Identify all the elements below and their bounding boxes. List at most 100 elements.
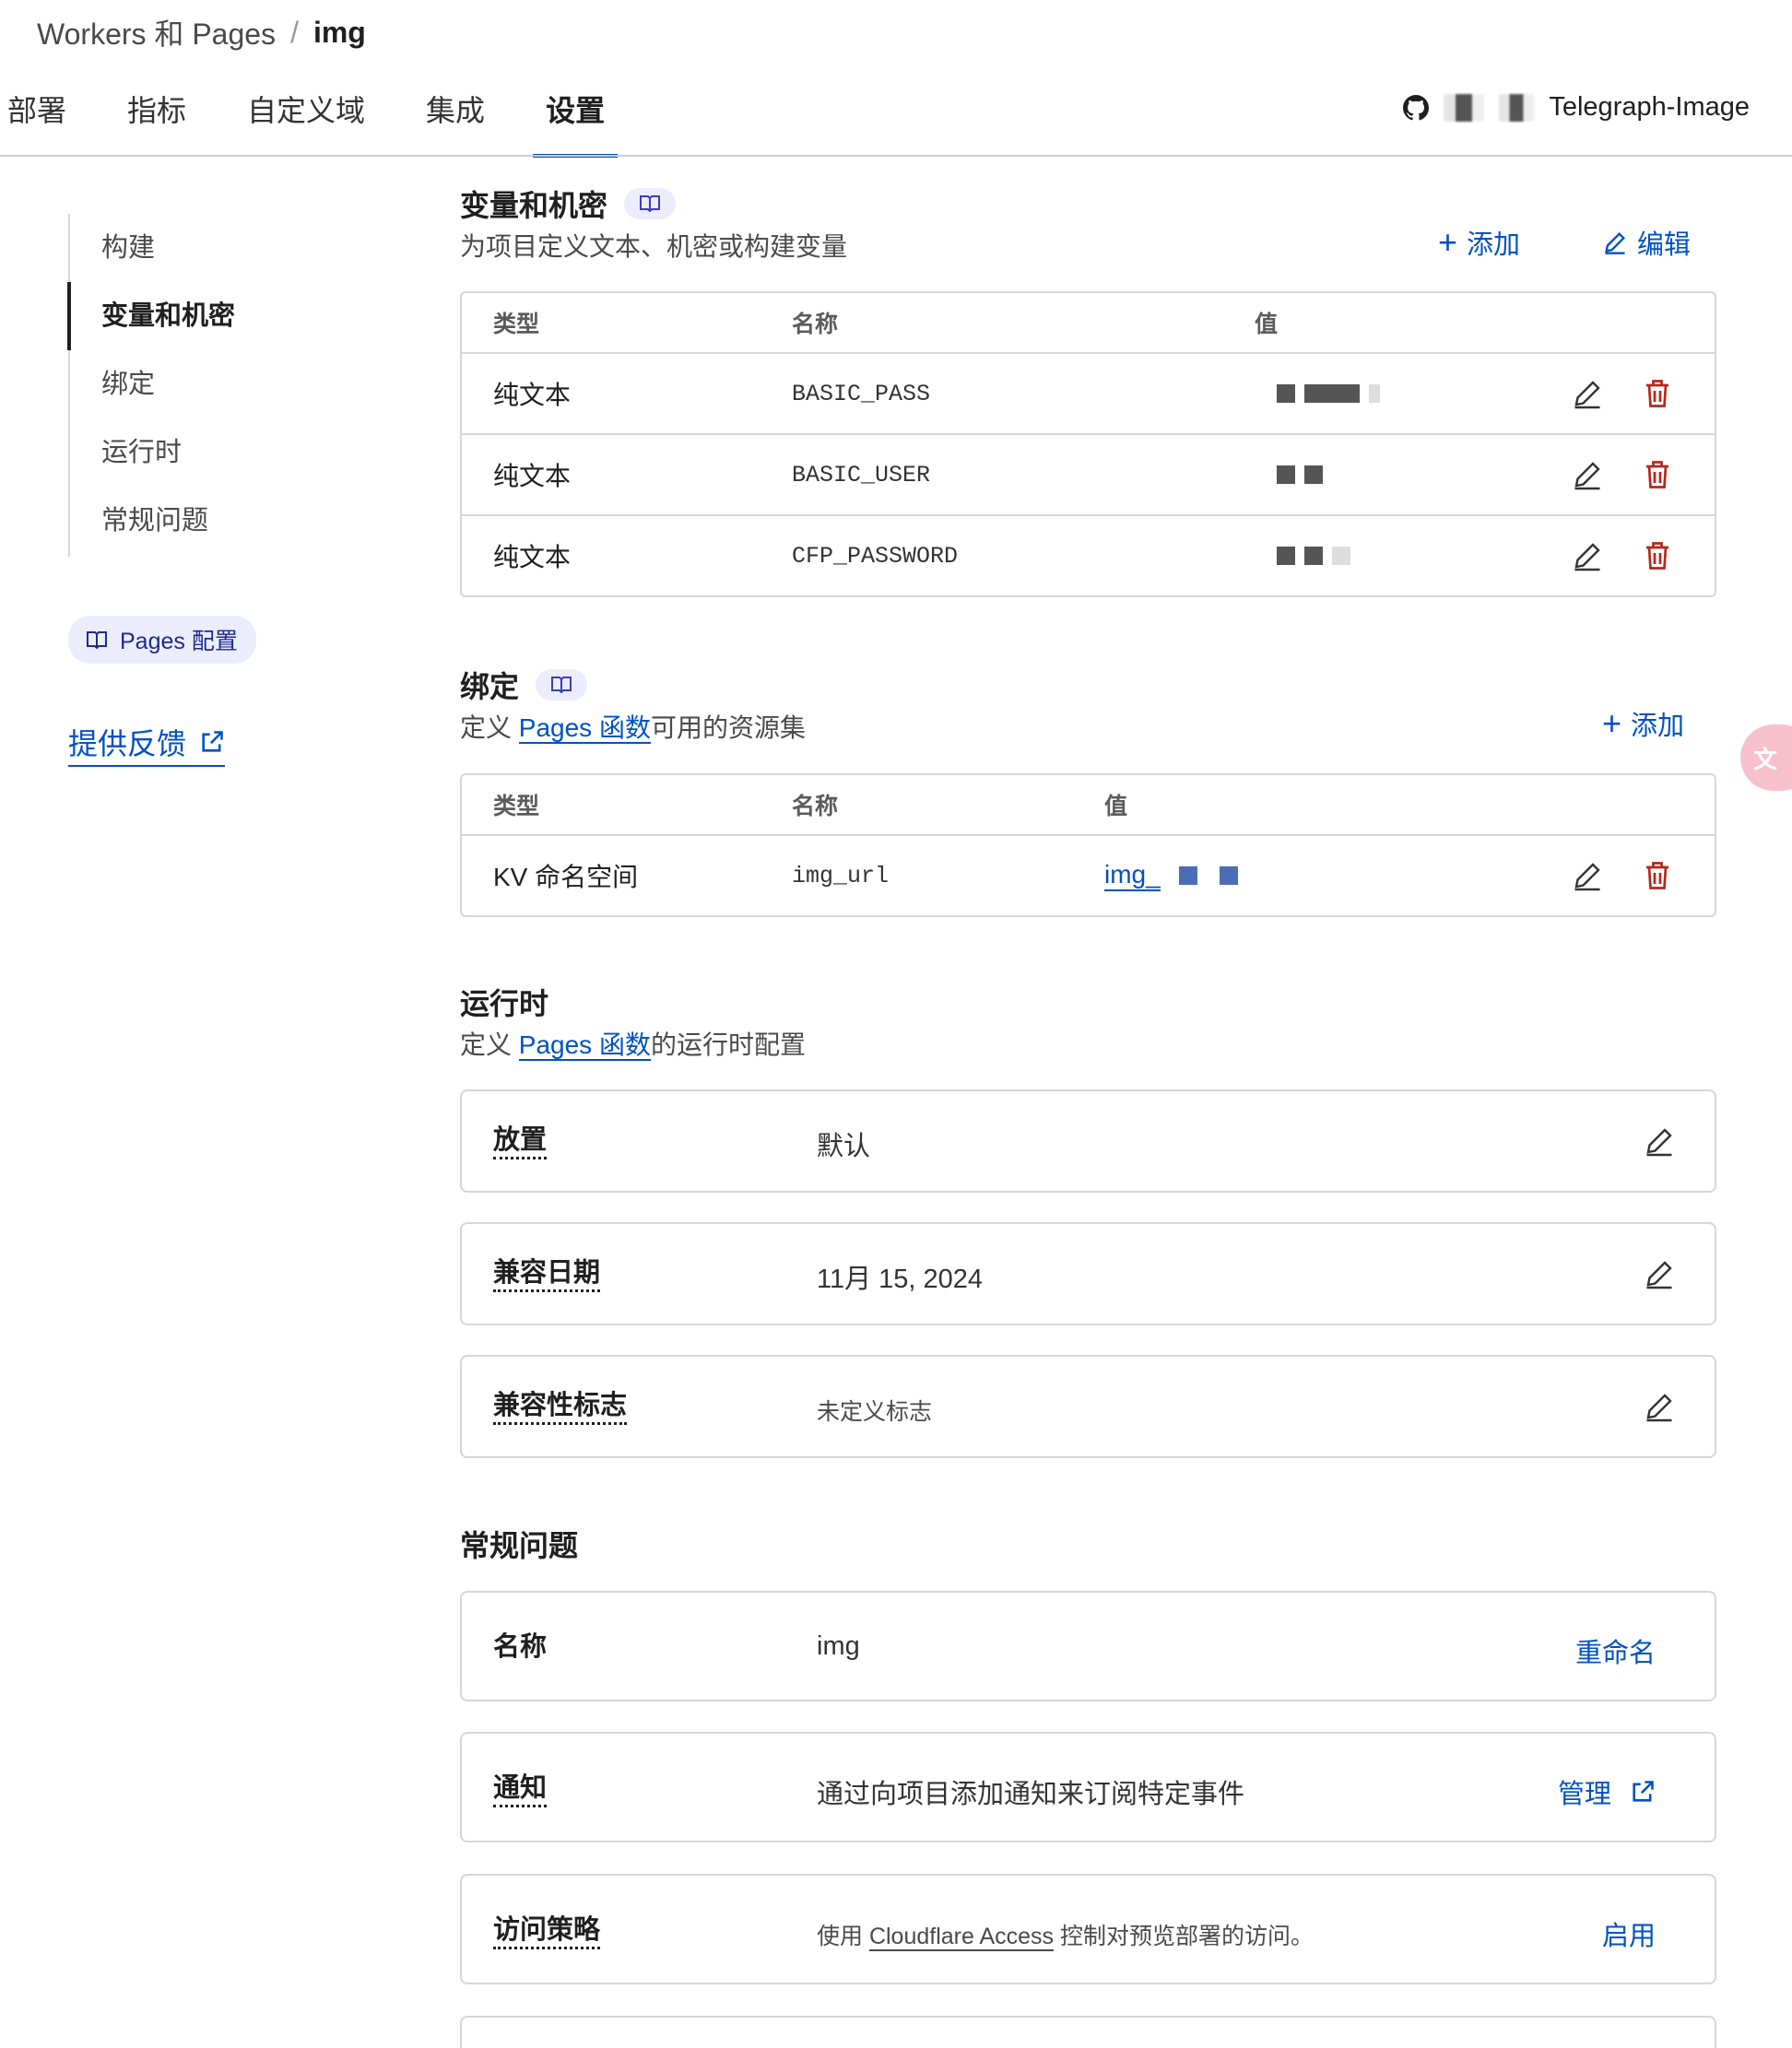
table-row: 纯文本 BASIC_PASS (462, 352, 1715, 433)
translate-floating-button[interactable]: 文 (1740, 724, 1792, 791)
pages-config-pill[interactable]: Pages 配置 (68, 616, 256, 664)
access-policy-value: 使用 Cloudflare Access 控制对预览部署的访问。 (817, 1918, 1314, 1951)
compat-flags-label: 兼容性标志 (493, 1390, 628, 1425)
trash-icon[interactable] (1641, 539, 1674, 572)
pencil-icon (1605, 232, 1625, 254)
sidebar-item-runtime[interactable]: 运行时 (70, 418, 345, 487)
next-card-partial (460, 2016, 1716, 2048)
runtime-title: 运行时 (460, 987, 549, 1020)
notifications-card: 通知 通过向项目添加通知来订阅特定事件 管理 (460, 1732, 1716, 1842)
edit-label: 编辑 (1637, 230, 1692, 260)
variables-title: 变量和机密 (460, 189, 608, 222)
translate-icon: 文 (1753, 745, 1778, 773)
access-policy-card: 访问策略 使用 Cloudflare Access 控制对预览部署的访问。 启用 (460, 1874, 1716, 1984)
book-icon (87, 631, 107, 649)
placement-card: 放置 默认 (460, 1089, 1716, 1193)
bindings-title-row: 绑定 (460, 664, 588, 706)
row-name: CFP_PASSWORD (792, 542, 959, 570)
edit-icon[interactable] (1571, 539, 1604, 572)
pages-functions-link[interactable]: Pages 函数 (518, 1030, 651, 1061)
rename-button[interactable]: 重命名 (1575, 1631, 1656, 1670)
feedback-link[interactable]: 提供反馈 (68, 721, 226, 767)
edit-icon[interactable] (1643, 1390, 1676, 1423)
manage-label: 管理 (1557, 1780, 1611, 1809)
bindings-table: 类型 名称 值 KV 命名空间 img_url img_ (460, 773, 1716, 917)
variables-table: 类型 名称 值 纯文本 BASIC_PASS 纯文本 BASIC_USER 纯文… (460, 291, 1716, 597)
variables-title-row: 变量和机密 (460, 182, 677, 225)
notifications-value: 通过向项目添加通知来订阅特定事件 (817, 1780, 1245, 1809)
table-header: 类型 名称 值 (462, 775, 1715, 834)
access-post: 控制对预览部署的访问。 (1054, 1924, 1315, 1949)
variables-add-button[interactable]: + 添加 (1438, 223, 1520, 262)
col-value: 值 (1255, 312, 1279, 337)
tab-deployments[interactable]: 部署 (7, 88, 66, 154)
sidebar-item-general[interactable]: 常规问题 (70, 487, 345, 555)
pages-functions-link[interactable]: Pages 函数 (518, 713, 651, 744)
tab-integrations[interactable]: 集成 (426, 88, 485, 154)
breadcrumb-parent[interactable]: Workers 和 Pages (37, 11, 276, 53)
col-name: 名称 (792, 312, 839, 337)
row-type: KV 命名空间 (493, 863, 639, 891)
settings-sidebar: 构建 变量和机密 绑定 运行时 常规问题 (67, 214, 345, 557)
col-type: 类型 (493, 794, 540, 819)
edit-icon[interactable] (1571, 859, 1604, 892)
tab-divider (0, 155, 1792, 157)
col-type: 类型 (493, 312, 540, 337)
notifications-label: 通知 (493, 1772, 548, 1807)
bindings-add-button[interactable]: + 添加 (1602, 704, 1684, 743)
compat-date-label: 兼容日期 (493, 1257, 601, 1292)
trash-icon[interactable] (1641, 377, 1674, 410)
docs-icon[interactable] (624, 188, 677, 219)
placement-label: 放置 (493, 1124, 548, 1159)
cloudflare-access-link[interactable]: Cloudflare Access (868, 1924, 1055, 1951)
edit-icon[interactable] (1571, 458, 1604, 491)
compat-date-value: 11月 15, 2024 (817, 1265, 984, 1294)
github-icon (1403, 94, 1430, 120)
redacted-owner (1444, 93, 1485, 122)
variables-edit-button[interactable]: 编辑 (1602, 223, 1691, 262)
project-name-value: img (817, 1631, 860, 1661)
plus-icon: + (1438, 223, 1458, 261)
edit-icon[interactable] (1643, 1257, 1676, 1290)
breadcrumb-separator: / (290, 15, 299, 49)
tab-settings[interactable]: 设置 (533, 88, 619, 158)
trash-icon[interactable] (1641, 458, 1674, 491)
row-type: 纯文本 (493, 543, 572, 571)
docs-icon[interactable] (536, 669, 588, 700)
pages-config-label: Pages 配置 (120, 629, 238, 654)
sidebar-item-bindings[interactable]: 绑定 (70, 350, 345, 418)
tab-custom-domains[interactable]: 自定义域 (247, 88, 365, 154)
variables-subtitle: 为项目定义文本、机密或构建变量 (460, 232, 848, 261)
edit-icon[interactable] (1643, 1124, 1676, 1158)
sidebar-item-build[interactable]: 构建 (70, 214, 345, 282)
tab-metrics[interactable]: 指标 (127, 88, 186, 154)
runtime-sub-post: 的运行时配置 (650, 1030, 806, 1059)
table-row: 纯文本 BASIC_USER (462, 433, 1715, 514)
tab-bar: 部署 指标 自定义域 集成 设置 (0, 88, 666, 158)
bindings-sub-post: 可用的资源集 (650, 713, 806, 742)
edit-icon[interactable] (1571, 377, 1604, 410)
row-type: 纯文本 (493, 381, 572, 409)
bindings-subtitle: 定义 Pages 函数可用的资源集 (460, 708, 806, 745)
redacted-value (1277, 465, 1323, 484)
table-header: 类型 名称 值 (462, 293, 1715, 352)
enable-button[interactable]: 启用 (1602, 1914, 1656, 1953)
breadcrumb: Workers 和 Pages / img (37, 11, 366, 53)
manage-notifications-link[interactable]: 管理 (1558, 1772, 1656, 1811)
runtime-sub-pre: 定义 (460, 1030, 519, 1059)
project-name-card: 名称 img 重命名 (460, 1591, 1716, 1701)
kv-namespace-link[interactable]: img_ (1104, 860, 1238, 891)
general-title: 常规问题 (460, 1529, 579, 1562)
trash-icon[interactable] (1641, 859, 1674, 892)
redacted-value (1277, 547, 1350, 565)
plus-icon: + (1602, 704, 1622, 742)
runtime-subtitle: 定义 Pages 函数的运行时配置 (460, 1025, 806, 1062)
row-name: img_url (792, 862, 890, 889)
repo-link[interactable]: Telegraph-Image (1403, 92, 1750, 123)
external-link-icon (1633, 1781, 1654, 1802)
redacted-owner-2 (1499, 93, 1535, 122)
compat-flags-card: 兼容性标志 未定义标志 (460, 1355, 1716, 1458)
external-link-icon (202, 731, 223, 752)
sidebar-item-variables[interactable]: 变量和机密 (67, 282, 345, 350)
col-name: 名称 (792, 794, 839, 819)
